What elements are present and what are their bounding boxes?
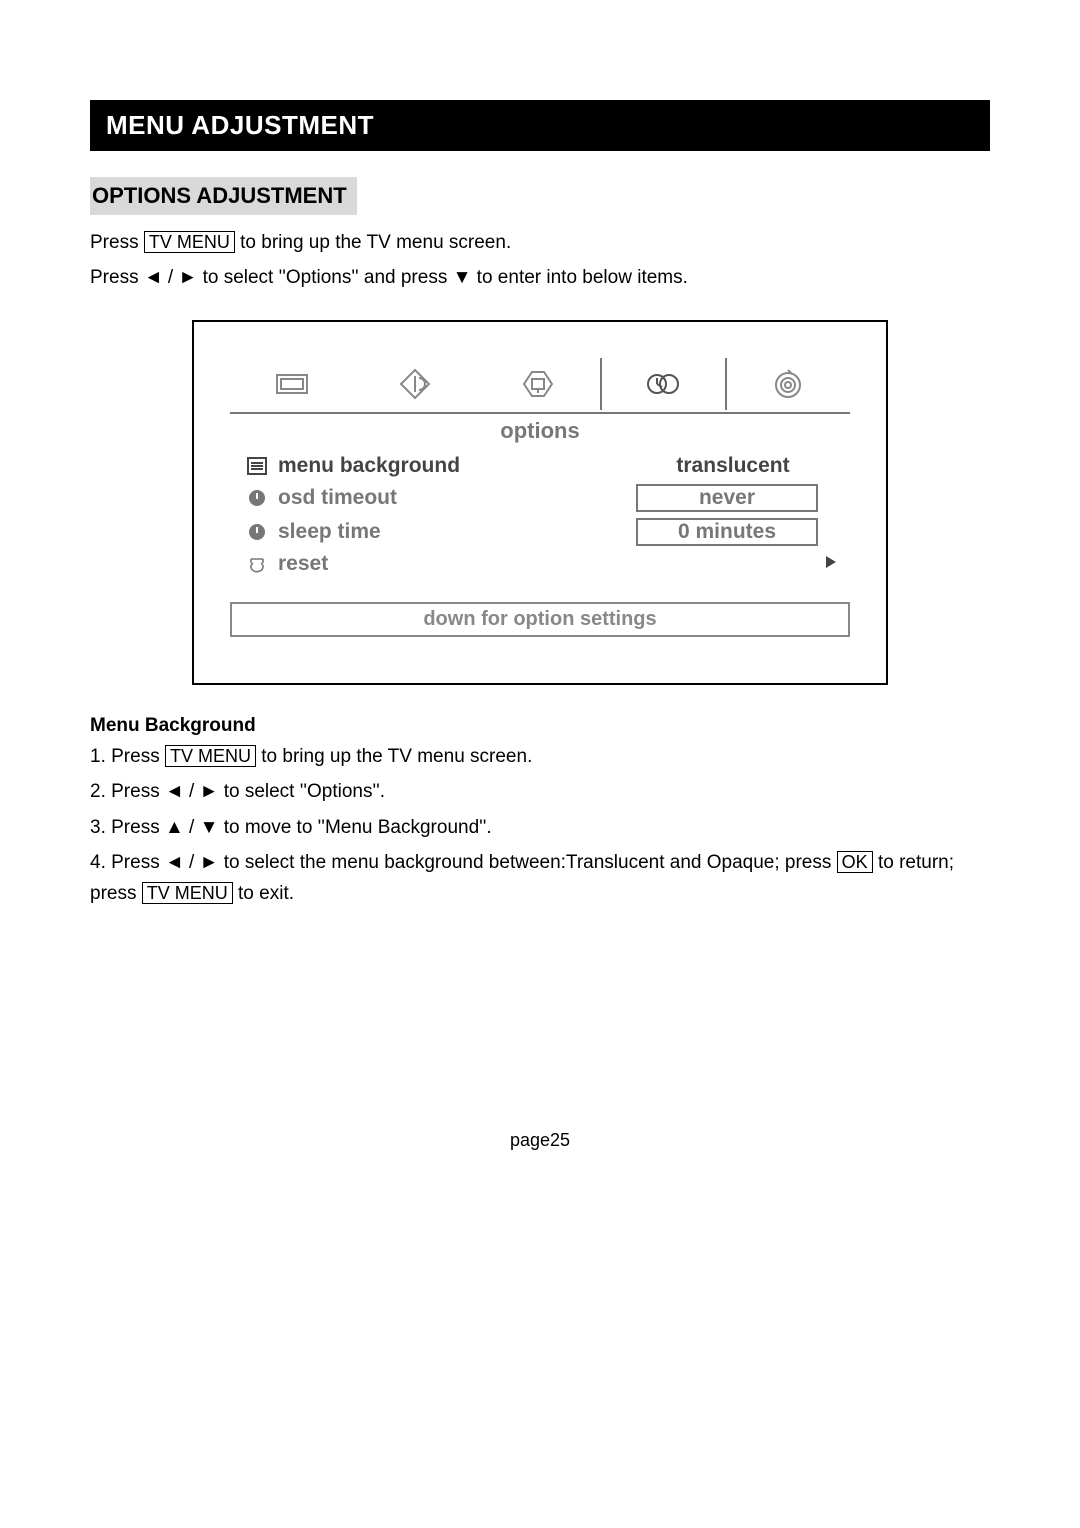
osd-row-menu-background: menu background translucent	[242, 454, 838, 478]
tab-monitor-icon	[476, 358, 599, 410]
intro-line1a: Press	[90, 232, 144, 253]
step1a: 1. Press	[90, 746, 165, 767]
clock-icon	[242, 523, 272, 541]
osd-screenshot: options menu background translucent	[192, 320, 888, 685]
page-number: page25	[90, 1130, 990, 1151]
keycap-tvmenu: TV MENU	[142, 882, 233, 904]
keycap-ok: OK	[837, 851, 873, 873]
osd-title: options	[230, 418, 850, 444]
osd-label: sleep time	[272, 520, 636, 544]
osd-value: never	[636, 484, 818, 512]
step4c: to exit.	[233, 883, 294, 904]
menu-background-heading: Menu Background	[90, 715, 990, 737]
osd-label: menu background	[272, 454, 648, 478]
menu-background-steps: 1. Press TV MENU to bring up the TV menu…	[90, 741, 990, 910]
step1b: to bring up the TV menu screen.	[256, 746, 532, 767]
list-icon	[242, 457, 272, 475]
tab-diamond-icon	[353, 358, 476, 410]
osd-tab-row	[230, 358, 850, 410]
arrow-right-icon	[818, 553, 838, 576]
step2: 2. Press ◄ / ► to select ''Options''.	[90, 776, 990, 807]
clock-icon	[242, 489, 272, 507]
osd-row-reset: reset	[242, 552, 838, 576]
intro-text: Press TV MENU to bring up the TV menu sc…	[90, 229, 990, 292]
tab-swirl-icon	[727, 358, 850, 410]
osd-row-sleep-time: sleep time 0 minutes	[242, 518, 838, 546]
keycap-tvmenu: TV MENU	[144, 231, 235, 253]
keycap-tvmenu: TV MENU	[165, 745, 256, 767]
reset-icon	[242, 555, 272, 573]
step4a: 4. Press ◄ / ► to select the menu backgr…	[90, 852, 837, 873]
osd-label: reset	[272, 552, 648, 576]
intro-line2: Press ◄ / ► to select ''Options'' and pr…	[90, 264, 990, 293]
osd-value: translucent	[648, 454, 818, 478]
tab-rect-icon	[230, 358, 353, 410]
osd-label: osd timeout	[272, 486, 636, 510]
osd-value: 0 minutes	[636, 518, 818, 546]
osd-row-osd-timeout: osd timeout never	[242, 484, 838, 512]
section-heading: OPTIONS ADJUSTMENT	[90, 177, 357, 215]
osd-footer: down for option settings	[230, 602, 850, 637]
page-title: MENU ADJUSTMENT	[90, 100, 990, 151]
tab-options-icon	[600, 358, 727, 410]
intro-line1b: to bring up the TV menu screen.	[235, 232, 511, 253]
step3: 3. Press ▲ / ▼ to move to ''Menu Backgro…	[90, 812, 990, 843]
